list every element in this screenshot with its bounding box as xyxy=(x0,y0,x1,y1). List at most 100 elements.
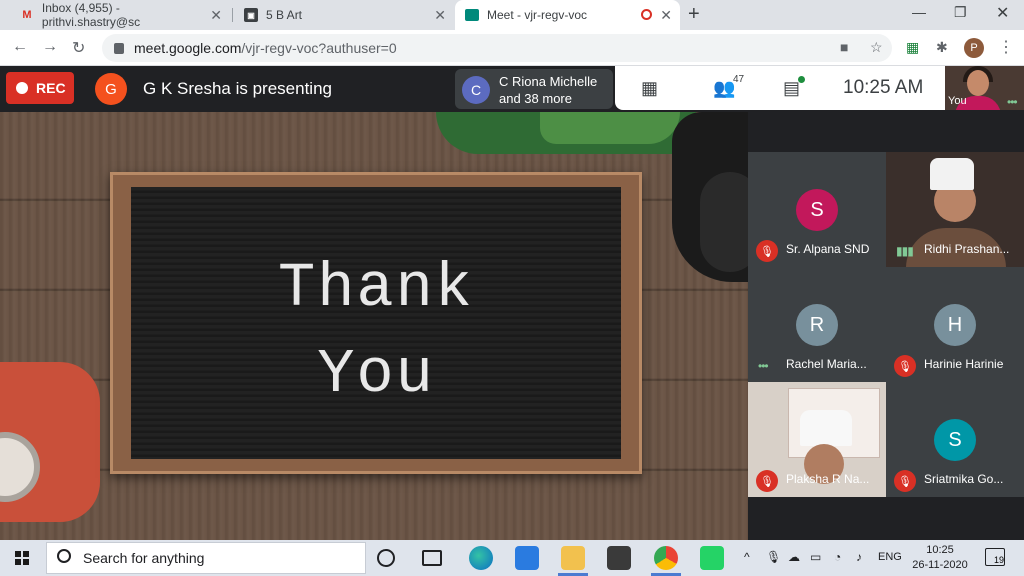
chevron-up-icon[interactable]: ^ xyxy=(744,550,750,564)
task-view-icon[interactable] xyxy=(422,550,442,566)
clock-date: 26-11-2020 xyxy=(912,559,968,571)
edge-icon[interactable] xyxy=(469,546,493,570)
notification-center-icon[interactable]: 19 xyxy=(985,548,1005,566)
tab-meet[interactable]: Meet - vjr-regv-voc ✕ xyxy=(455,0,680,30)
participant-name: Sr. Alpana SND xyxy=(786,242,870,256)
speaker-name: C Riona Michelle xyxy=(499,74,598,89)
telephone-dial xyxy=(700,172,748,272)
minimize-icon[interactable]: — xyxy=(912,4,926,20)
participant-avatar: H xyxy=(934,304,976,346)
tab-5b-art[interactable]: ▣ 5 B Art ✕ xyxy=(234,0,454,30)
tiles-off-icon[interactable]: ▦ xyxy=(641,78,658,99)
profile-avatar[interactable]: P xyxy=(964,38,984,58)
store-icon[interactable] xyxy=(607,546,631,570)
tab-strip: M Inbox (4,955) - prithvi.shastry@sc ✕ ▣… xyxy=(0,0,1024,30)
participant-count: 47 xyxy=(733,74,745,85)
star-icon[interactable]: ☆ xyxy=(870,39,883,56)
chrome-icon[interactable] xyxy=(654,546,678,570)
extensions-icon[interactable]: ✱ xyxy=(936,39,948,56)
classroom-icon: ▣ xyxy=(244,8,258,22)
file-explorer-icon[interactable] xyxy=(561,546,585,570)
sheets-extension-icon[interactable]: ▦ xyxy=(906,39,919,56)
participant-name: Harinie Harinie xyxy=(924,357,1004,371)
chef-hat xyxy=(930,158,974,190)
participant-tile[interactable]: R ••• Rachel Maria... xyxy=(748,267,886,382)
onedrive-icon[interactable]: ☁ xyxy=(788,550,800,564)
menu-icon[interactable]: ⋮ xyxy=(998,37,1014,57)
close-icon[interactable]: ✕ xyxy=(210,7,222,24)
battery-icon[interactable]: ▭ xyxy=(810,550,821,564)
media-player-icon[interactable] xyxy=(515,546,539,570)
record-dot-icon xyxy=(16,82,28,94)
new-tab-button[interactable]: + xyxy=(688,3,700,26)
taskbar-search[interactable]: Search for anything xyxy=(46,542,366,574)
participant-avatar: S xyxy=(934,419,976,461)
audio-dots-icon: ••• xyxy=(758,359,769,373)
presentation-area: Thank You xyxy=(0,112,748,540)
participant-name: Rachel Maria... xyxy=(786,357,867,371)
cortana-icon[interactable] xyxy=(377,549,395,567)
volume-icon[interactable]: ♪ xyxy=(856,550,862,564)
tab-separator xyxy=(232,8,233,22)
reload-icon[interactable]: ↻ xyxy=(72,38,85,58)
participant-tile[interactable]: 🎙 Plaksha R Na... xyxy=(748,382,886,497)
meet-top-bar: REC G G K Sresha is presenting C C Riona… xyxy=(0,66,1024,112)
self-view[interactable]: You ••• xyxy=(945,66,1024,110)
forward-icon[interactable]: → xyxy=(42,38,58,56)
mic-off-icon: 🎙 xyxy=(756,470,778,492)
tab-label: Meet - vjr-regv-voc xyxy=(487,8,588,22)
participant-avatar: R xyxy=(796,304,838,346)
browser-toolbar: ← → ↻ meet.google.com/vjr-regv-voc?authu… xyxy=(0,30,1024,66)
speaker-avatar: C xyxy=(462,76,490,104)
mic-off-icon: 🎙 xyxy=(756,240,778,262)
wifi-icon[interactable]: ◔ xyxy=(834,550,841,564)
participant-avatar: S xyxy=(796,189,838,231)
whatsapp-icon[interactable] xyxy=(700,546,724,570)
speaker-more: and 38 more xyxy=(499,91,572,106)
close-icon[interactable]: ✕ xyxy=(434,7,446,24)
rec-label: REC xyxy=(36,80,66,96)
participant-name: Sriatmika Go... xyxy=(924,472,1004,486)
participant-tile[interactable]: ▮▮▮ Ridhi Prashan... xyxy=(886,152,1024,267)
audio-dots-icon: ••• xyxy=(1007,95,1018,109)
mic-off-icon: 🎙 xyxy=(894,355,916,377)
microphone-icon[interactable]: 🎙 xyxy=(766,550,781,564)
self-face xyxy=(967,70,989,96)
meeting-time: 10:25 AM xyxy=(843,77,924,98)
speaking-icon: ▮▮▮ xyxy=(896,244,914,258)
participant-tile[interactable]: S 🎙 Sr. Alpana SND xyxy=(748,152,886,267)
meet-page: REC G G K Sresha is presenting C C Riona… xyxy=(0,66,1024,540)
participant-tiles: S 🎙 Sr. Alpana SND ▮▮▮ Ridhi Prashan... … xyxy=(748,112,1024,540)
taskbar-clock[interactable]: 10:25 26-11-2020 xyxy=(905,543,975,573)
gmail-icon: M xyxy=(22,9,32,21)
participant-tile[interactable]: H 🎙 Harinie Harinie xyxy=(886,267,1024,382)
participant-tile[interactable]: S 🎙 Sriatmika Go... xyxy=(886,382,1024,497)
windows-taskbar: Search for anything ^ 🎙 ☁ ▭ ◔ ♪ ENG 10:2… xyxy=(0,540,1024,576)
letter-board-frame: Thank You xyxy=(110,172,642,474)
recording-badge[interactable]: REC xyxy=(6,72,74,104)
mic-off-icon: 🎙 xyxy=(894,470,916,492)
tab-label: Inbox (4,955) - prithvi.shastry@sc xyxy=(41,1,141,29)
address-bar[interactable]: meet.google.com/vjr-regv-voc?authuser=0 xyxy=(102,34,892,62)
presenter-avatar: G xyxy=(95,73,127,105)
chef-hat xyxy=(800,410,852,446)
restore-icon[interactable]: ❐ xyxy=(954,4,967,21)
recording-indicator-icon xyxy=(641,9,652,20)
plant-leaves-light xyxy=(540,112,680,144)
clock-time: 10:25 xyxy=(926,544,954,556)
camera-icon[interactable]: ■ xyxy=(840,39,848,55)
red-telephone xyxy=(0,362,100,522)
back-icon[interactable]: ← xyxy=(12,38,28,56)
close-window-icon[interactable]: ✕ xyxy=(996,3,1009,23)
presenter-text: G K Sresha is presenting xyxy=(143,79,332,98)
speaker-pill[interactable]: C C Riona Michelle and 38 more xyxy=(455,69,613,109)
close-icon[interactable]: ✕ xyxy=(660,7,672,24)
windows-start-icon[interactable] xyxy=(15,551,29,565)
language-indicator[interactable]: ENG xyxy=(878,551,902,563)
participant-name: Plaksha R Na... xyxy=(786,472,870,486)
self-label: You xyxy=(948,95,967,107)
tab-gmail[interactable]: M Inbox (4,955) - prithvi.shastry@sc ✕ xyxy=(10,0,230,30)
meet-icon xyxy=(465,9,479,21)
letter-board: Thank You xyxy=(131,187,621,459)
participant-name: Ridhi Prashan... xyxy=(924,242,1010,256)
